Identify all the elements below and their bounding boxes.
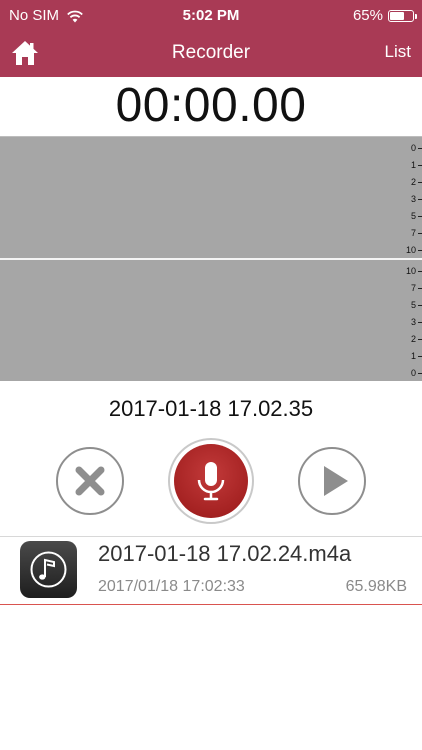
microphone-icon xyxy=(197,462,225,501)
meter-tick: 3 xyxy=(411,317,422,327)
meter-tick: 0 xyxy=(411,143,422,153)
meter-tick-mark xyxy=(418,232,422,234)
list-button[interactable]: List xyxy=(385,42,411,62)
meter-tick-mark xyxy=(418,372,422,374)
meter-tick-mark xyxy=(418,147,422,149)
recorder-screen: No SIM 5:02 PM 65% Recorder List 00:00.0… xyxy=(0,0,422,750)
meter-tick-label: 3 xyxy=(410,194,416,204)
meter-tick: 1 xyxy=(411,160,422,170)
meter-tick: 1 xyxy=(411,351,422,361)
meter-tick: 2 xyxy=(411,177,422,187)
music-note-icon xyxy=(20,541,77,598)
meter-tick-mark xyxy=(418,287,422,289)
status-bar: No SIM 5:02 PM 65% xyxy=(0,0,422,32)
meter-tick-label: 7 xyxy=(410,228,416,238)
meter-tick-mark xyxy=(418,355,422,357)
meter-tick-mark xyxy=(418,321,422,323)
meter-tick-mark xyxy=(418,304,422,306)
level-meter-top: 0 1 2 3 5 7 10 xyxy=(0,136,422,258)
status-right: 65% xyxy=(352,7,417,24)
top-bar: No SIM 5:02 PM 65% Recorder List xyxy=(0,0,422,77)
meter-scale-top: 0 1 2 3 5 7 10 xyxy=(392,137,422,258)
record-button[interactable] xyxy=(168,438,254,524)
meter-tick-label: 7 xyxy=(410,283,416,293)
meter-tick-mark xyxy=(418,198,422,200)
file-date: 2017/01/18 17:02:33 xyxy=(98,578,245,595)
meter-scale-bottom: 10 7 5 3 2 1 0 xyxy=(392,260,422,381)
meter-tick: 0 xyxy=(411,368,422,378)
nav-bar: Recorder List xyxy=(0,32,422,77)
nav-title: Recorder xyxy=(171,42,251,63)
play-icon xyxy=(324,466,348,496)
record-button-face xyxy=(174,444,248,518)
file-size: 65.98KB xyxy=(345,578,407,595)
meter-tick-label: 5 xyxy=(410,211,416,221)
meter-tick-label: 3 xyxy=(410,317,416,327)
meter-tick: 7 xyxy=(411,228,422,238)
close-icon xyxy=(75,466,105,496)
meter-tick-mark xyxy=(418,249,422,251)
meter-tick-mark xyxy=(418,215,422,217)
meter-tick: 3 xyxy=(411,194,422,204)
meter-tick-mark xyxy=(418,164,422,166)
meter-tick: 7 xyxy=(411,283,422,293)
meter-tick-label: 5 xyxy=(410,300,416,310)
meter-tick: 5 xyxy=(411,211,422,221)
meter-tick: 10 xyxy=(406,266,422,276)
meter-tick: 10 xyxy=(406,245,422,255)
meter-tick-label: 10 xyxy=(405,266,416,276)
meter-tick-mark xyxy=(418,270,422,272)
level-meter-bottom: 10 7 5 3 2 1 0 xyxy=(0,260,422,381)
recording-name: 2017-01-18 17.02.35 xyxy=(108,396,314,421)
meter-tick-label: 1 xyxy=(410,160,416,170)
list-item[interactable]: 2017-01-18 17.02.24.m4a 2017/01/18 17:02… xyxy=(0,537,422,604)
meter-tick-label: 1 xyxy=(410,351,416,361)
meter-tick-label: 0 xyxy=(410,368,416,378)
row-separator xyxy=(0,604,422,605)
meter-tick-mark xyxy=(418,338,422,340)
file-name: 2017-01-18 17.02.24.m4a xyxy=(98,541,352,566)
meter-tick-mark xyxy=(418,181,422,183)
meter-tick-label: 2 xyxy=(410,177,416,187)
play-button[interactable] xyxy=(298,447,366,515)
meter-tick-label: 10 xyxy=(405,245,416,255)
meter-tick-label: 2 xyxy=(410,334,416,344)
meter-tick-label: 0 xyxy=(410,143,416,153)
elapsed-timer: 00:00.00 xyxy=(115,79,307,132)
battery-percent: 65% xyxy=(352,7,383,24)
meter-tick: 2 xyxy=(411,334,422,344)
cancel-button[interactable] xyxy=(56,447,124,515)
meter-tick: 5 xyxy=(411,300,422,310)
battery-icon xyxy=(388,9,417,22)
